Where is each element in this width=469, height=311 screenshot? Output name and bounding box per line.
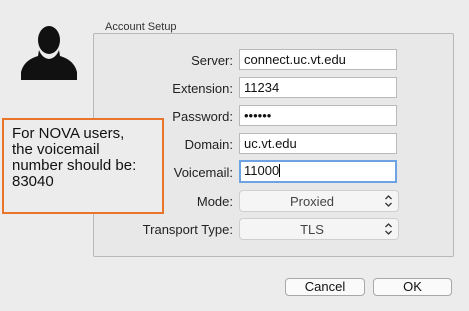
user-silhouette-icon — [21, 26, 77, 80]
note-line: the voicemail — [12, 141, 100, 158]
note-line: For NOVA users, — [12, 125, 125, 142]
chevron-updown-icon — [385, 223, 392, 235]
ok-button[interactable]: OK — [373, 278, 452, 296]
group-title: Account Setup — [104, 21, 178, 33]
transport-value: TLS — [300, 222, 324, 237]
cancel-button[interactable]: Cancel — [285, 278, 365, 296]
server-field[interactable]: connect.uc.vt.edu — [239, 49, 397, 70]
voicemail-value: 11000 — [244, 163, 280, 178]
extension-field[interactable]: 11234 — [239, 77, 397, 98]
mode-value: Proxied — [289, 194, 335, 209]
transport-popup[interactable]: TLS — [239, 218, 399, 240]
mode-popup[interactable]: Proxied — [239, 190, 399, 212]
server-label: Server: — [191, 53, 233, 68]
chevron-updown-icon — [385, 195, 392, 207]
note-line: 83040 — [12, 173, 54, 190]
extension-label: Extension: — [172, 81, 233, 96]
password-field[interactable]: •••••• — [239, 105, 397, 126]
transport-label: Transport Type: — [142, 222, 233, 237]
domain-field[interactable]: uc.vt.edu — [239, 133, 397, 154]
voicemail-field[interactable]: 11000 — [239, 160, 397, 183]
note-line: number should be: — [12, 157, 137, 174]
text-caret — [279, 164, 281, 177]
voicemail-note: For NOVA users, the voicemail number sho… — [2, 118, 164, 214]
